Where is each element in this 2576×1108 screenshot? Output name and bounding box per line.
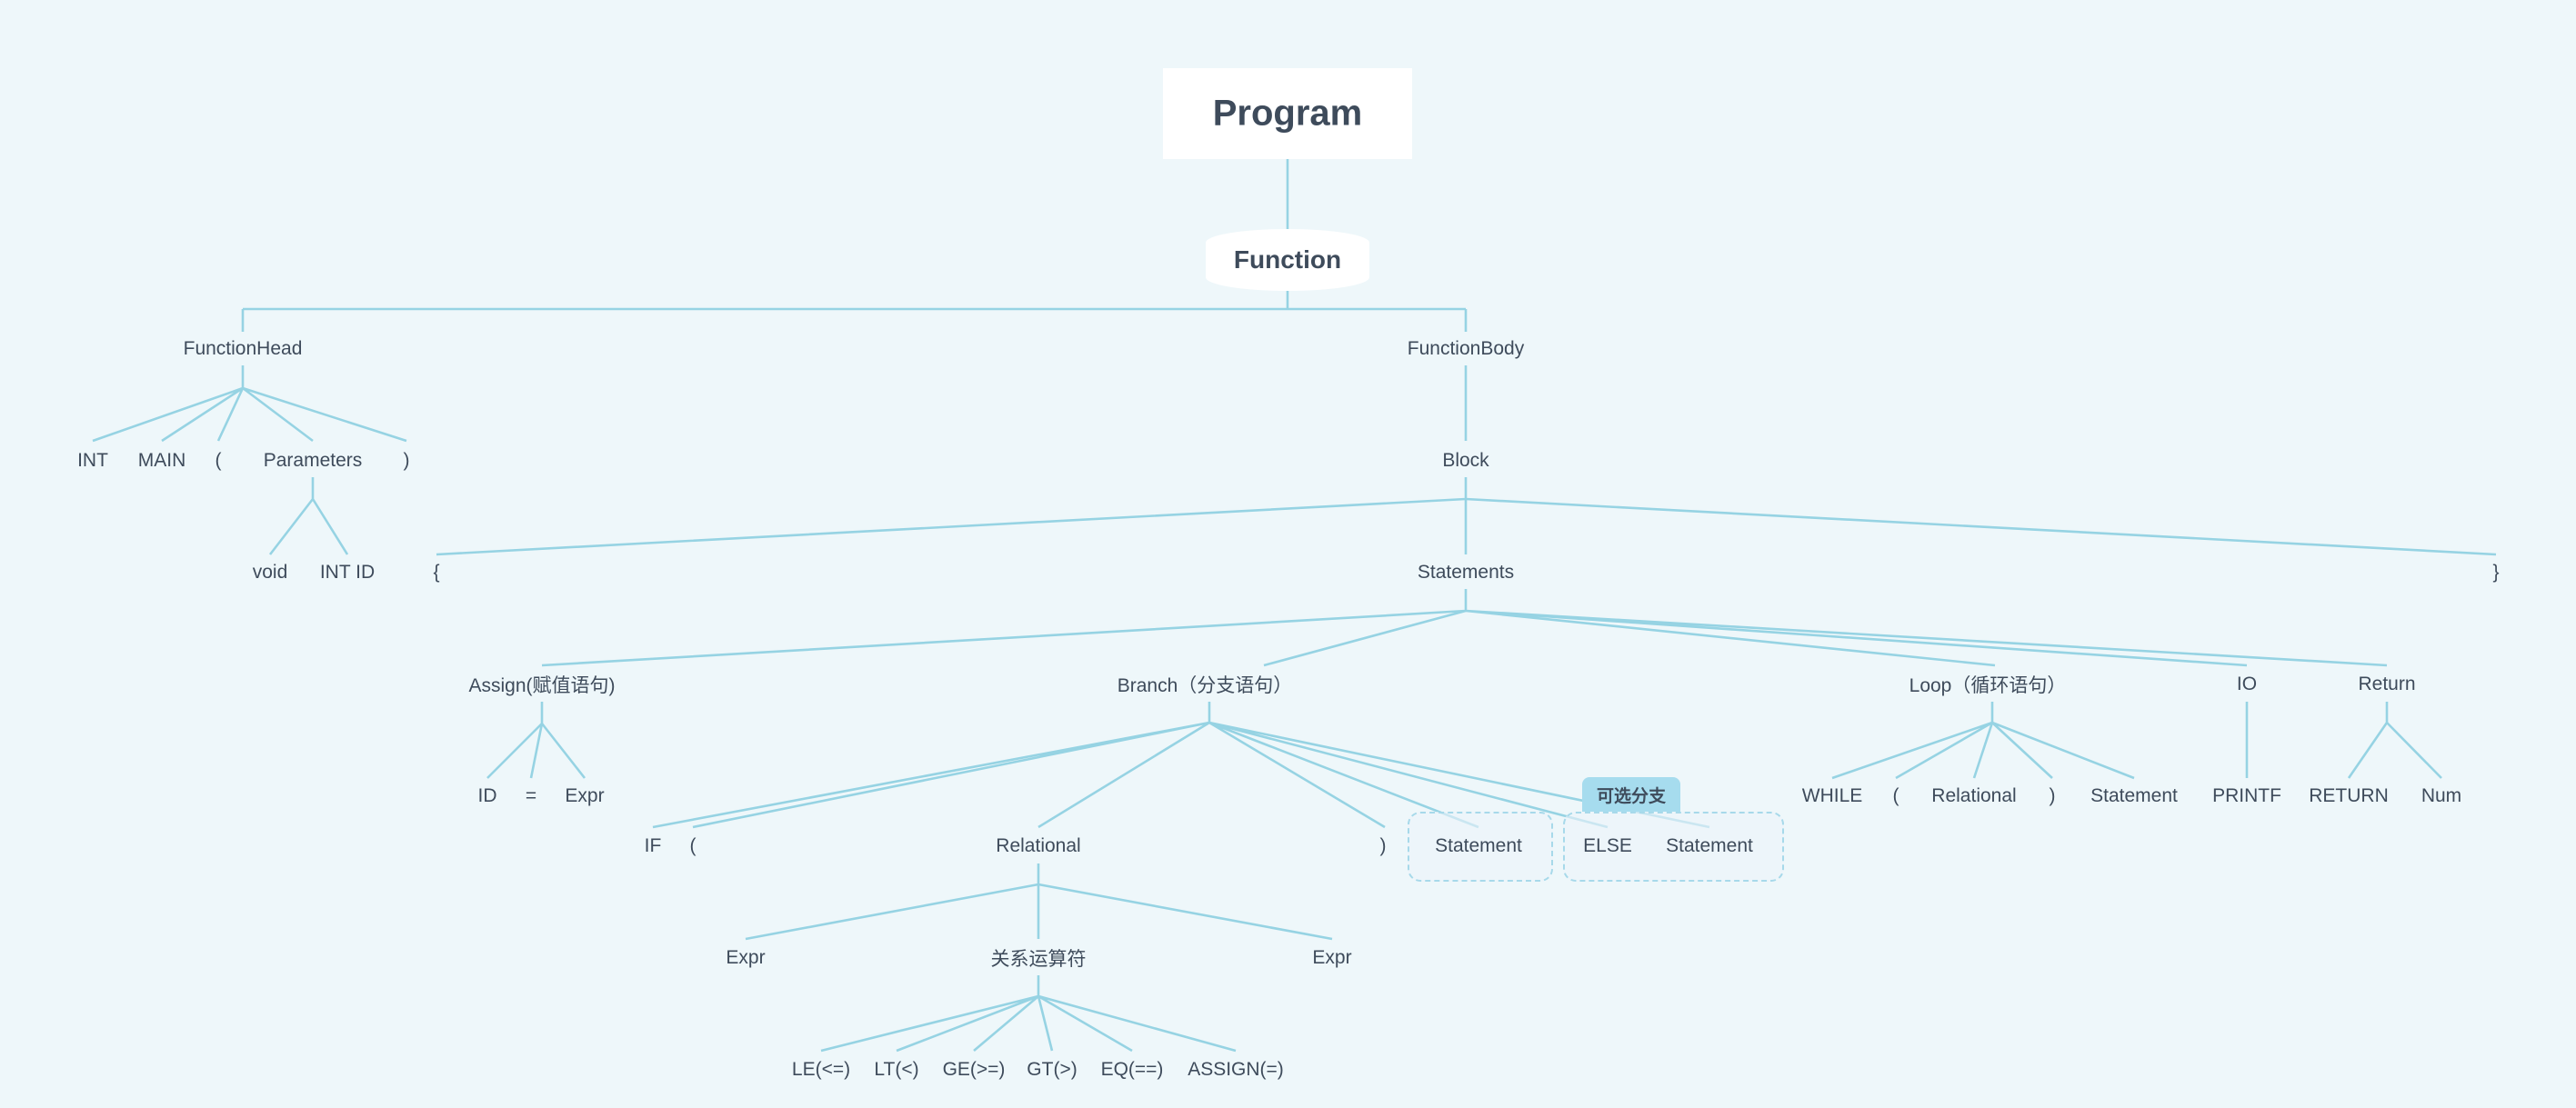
branch-if-node: IF	[644, 835, 662, 856]
edge-parameters-children	[268, 477, 349, 555]
relational-operator-node: 关系运算符	[990, 949, 1087, 970]
op-assign-node: ASSIGN(=)	[1188, 1059, 1284, 1080]
return-node: Return	[2358, 674, 2416, 694]
branch-else-node: ELSE	[1583, 835, 1632, 856]
op-eq-node: EQ(==)	[1100, 1059, 1164, 1080]
edge-return-children	[2347, 702, 2442, 779]
branch-relational-node: Relational	[996, 835, 1081, 856]
program-node: Program	[1212, 93, 1363, 134]
return-keyword-node: RETURN	[2309, 785, 2389, 806]
branch-lparen-node: (	[689, 835, 697, 856]
parameters-node: Parameters	[263, 450, 363, 471]
loop-relational-node: Relational	[1931, 785, 2017, 806]
assign-node: Assign(赋值语句)	[468, 675, 616, 696]
edge-block-children	[436, 477, 2497, 556]
edges-group	[92, 159, 2497, 1053]
edge-statements-children	[541, 589, 2388, 667]
lbrace-node: {	[433, 562, 440, 583]
loop-rparen-node: )	[2049, 785, 2056, 806]
rparen-node: )	[403, 450, 410, 471]
main-node: MAIN	[137, 450, 186, 471]
io-node: IO	[2236, 674, 2258, 694]
relational-expr-left-node: Expr	[726, 947, 766, 968]
branch-rparen-node: )	[1379, 835, 1387, 856]
op-lt-node: LT(<)	[874, 1059, 919, 1080]
rbrace-node: }	[2492, 562, 2500, 583]
function-node: Function	[1233, 245, 1342, 274]
loop-node: Loop（循环语句）	[1909, 675, 2067, 696]
functionhead-node: FunctionHead	[183, 338, 303, 359]
parse-tree-diagram: Program Function FunctionHead INT MAIN (…	[0, 0, 2576, 1108]
block-node: Block	[1442, 450, 1489, 471]
loop-statement-node: Statement	[2090, 785, 2178, 806]
branch-statement-node: Statement	[1435, 835, 1522, 856]
edge-functionhead-children	[92, 365, 407, 443]
op-ge-node: GE(>=)	[942, 1059, 1006, 1080]
optional-branch-tag: 可选分支	[1582, 777, 1680, 812]
return-num-node: Num	[2421, 785, 2462, 806]
assign-id-node: ID	[477, 785, 497, 806]
void-node: void	[252, 562, 288, 583]
branch-node: Branch（分支语句）	[1117, 675, 1293, 696]
edge-loop-children	[1831, 702, 2135, 780]
statements-node: Statements	[1417, 562, 1515, 583]
branch-else-statement-node: Statement	[1666, 835, 1753, 856]
relational-expr-right-node: Expr	[1312, 947, 1352, 968]
assign-eq-node: =	[525, 785, 537, 806]
loop-while-node: WHILE	[1801, 785, 1863, 806]
int-node: INT	[77, 450, 108, 471]
edge-relational-children	[745, 863, 1333, 941]
io-printf-node: PRINTF	[2212, 785, 2281, 806]
loop-lparen-node: (	[1892, 785, 1899, 806]
lparen-node: (	[215, 450, 222, 471]
functionbody-node: FunctionBody	[1407, 338, 1525, 359]
edge-function-children	[241, 291, 1468, 332]
int-id-node: INT ID	[319, 562, 376, 583]
tree-edges	[92, 159, 2497, 1053]
edge-assign-children	[486, 702, 586, 779]
assign-expr-node: Expr	[565, 785, 605, 806]
edge-branch-children	[652, 702, 1710, 829]
op-gt-node: GT(>)	[1027, 1059, 1078, 1080]
op-le-node: LE(<=)	[791, 1059, 851, 1080]
edge-operator-children	[820, 975, 1237, 1053]
